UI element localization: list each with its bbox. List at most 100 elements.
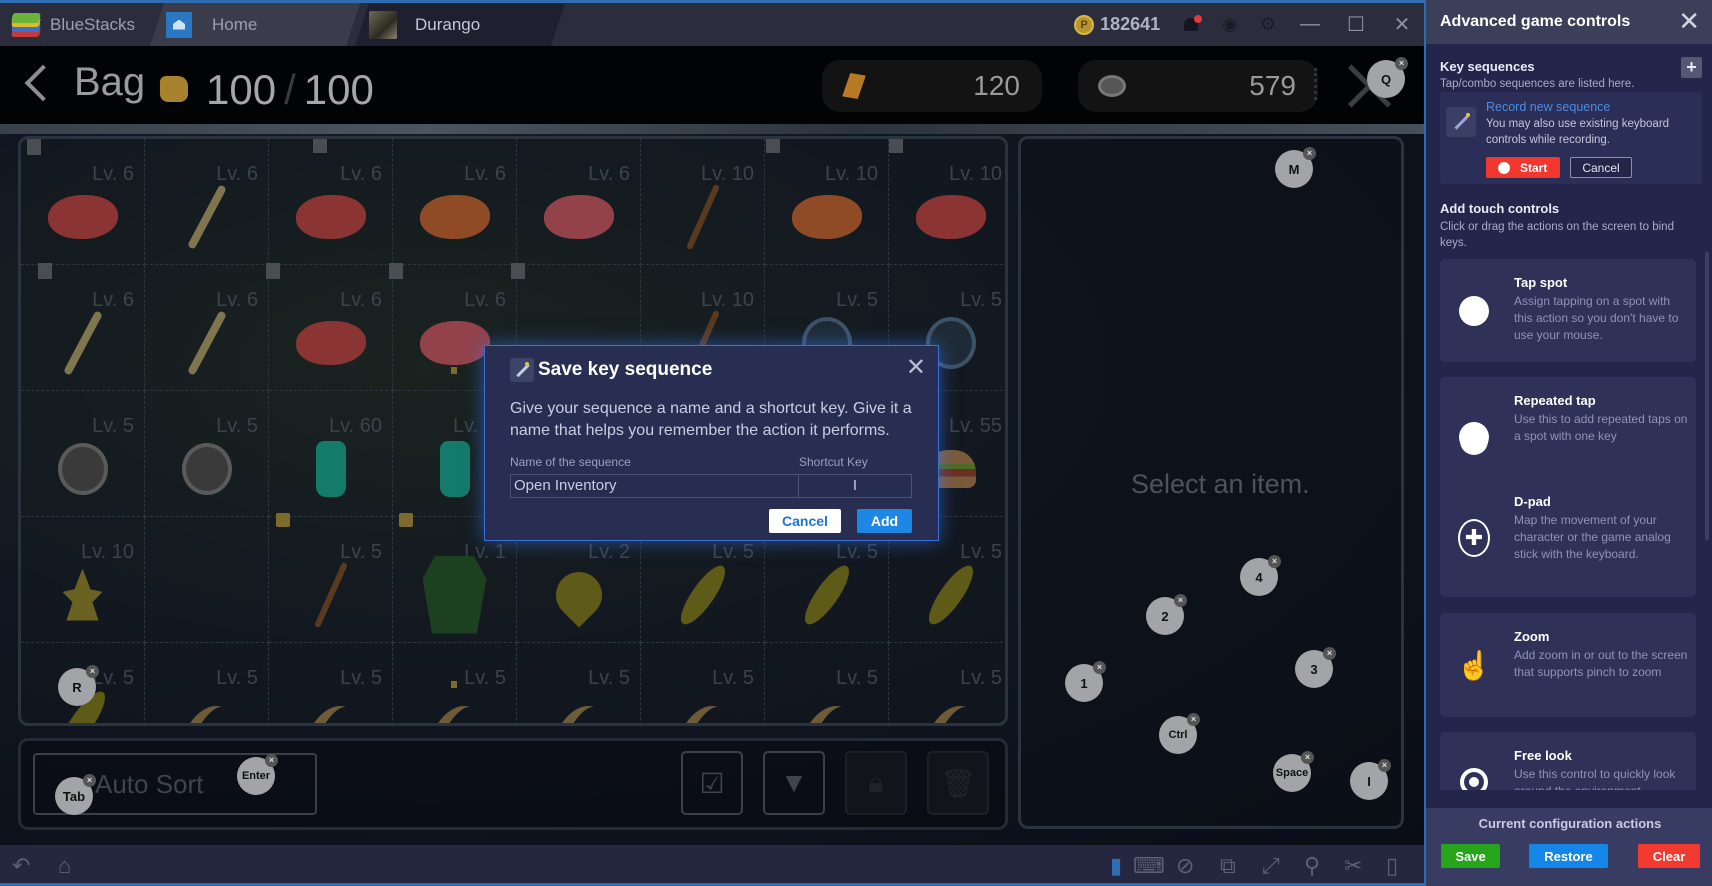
remove-marker-icon[interactable]: × bbox=[1303, 147, 1316, 160]
remove-marker-icon[interactable]: × bbox=[1323, 647, 1336, 660]
control-card-tap-spot[interactable]: Tap spot Assign tapping on a spot with t… bbox=[1440, 259, 1696, 362]
back-icon[interactable]: ↶ bbox=[12, 853, 30, 879]
home-nav-icon[interactable]: ⌂ bbox=[58, 853, 71, 879]
remove-marker-icon[interactable]: × bbox=[1187, 713, 1200, 726]
coin-balance[interactable]: P 182641 bbox=[1074, 14, 1160, 35]
key-marker-enter[interactable]: Enter × bbox=[237, 754, 278, 795]
key-marker-1[interactable]: 1 × bbox=[1065, 661, 1106, 702]
record-new-sequence-link[interactable]: Record new sequence bbox=[1486, 100, 1610, 114]
remove-marker-icon[interactable]: × bbox=[86, 665, 99, 678]
remove-marker-icon[interactable]: × bbox=[1395, 57, 1408, 70]
shortcut-key-input[interactable]: I bbox=[798, 474, 912, 498]
dialog-add-button[interactable]: Add bbox=[857, 509, 912, 533]
inventory-slot[interactable]: Lv. 5 bbox=[145, 391, 269, 517]
location-icon[interactable]: ⚲ bbox=[1304, 853, 1320, 879]
inventory-slot[interactable]: Lv. 6 bbox=[145, 265, 269, 391]
inventory-slot[interactable]: Lv. 5 bbox=[641, 643, 765, 723]
key-marker-3[interactable]: 3 × bbox=[1295, 647, 1336, 688]
inventory-slot[interactable]: Lv. 60 bbox=[269, 391, 393, 517]
panel-close-icon[interactable]: ✕ bbox=[1678, 8, 1700, 34]
inventory-slot[interactable]: Lv. 6 bbox=[517, 139, 641, 265]
inventory-slot[interactable]: Lv. 6 bbox=[21, 265, 145, 391]
feather-icon bbox=[547, 696, 610, 723]
eco-mode-icon[interactable]: ⊘ bbox=[1176, 853, 1194, 879]
inventory-slot[interactable]: Lv. 10 bbox=[641, 139, 765, 265]
keyboard-icon[interactable]: ⌨ bbox=[1133, 853, 1165, 879]
rotate-icon[interactable]: ⧉ bbox=[1220, 853, 1236, 879]
control-card-free-look[interactable]: Free look Use this control to quickly lo… bbox=[1440, 732, 1696, 790]
profile-star-icon[interactable]: ◉ bbox=[1222, 14, 1238, 35]
inventory-slot[interactable]: Lv. 6 bbox=[21, 139, 145, 265]
tab-home-label: Home bbox=[212, 14, 258, 34]
key-marker-space[interactable]: Space × bbox=[1273, 751, 1314, 792]
inventory-slot[interactable]: Lv. 10 bbox=[765, 139, 889, 265]
key-marker-2[interactable]: 2 × bbox=[1146, 594, 1187, 635]
key-marker-i[interactable]: I × bbox=[1350, 759, 1391, 800]
inventory-slot[interactable]: Lv. 5 bbox=[889, 643, 1005, 723]
key-marker-q[interactable]: Q × bbox=[1367, 57, 1408, 98]
remove-marker-icon[interactable]: × bbox=[265, 754, 278, 767]
inventory-slot[interactable]: Lv. 5 bbox=[269, 517, 393, 643]
sequence-name-input[interactable]: Open Inventory bbox=[510, 474, 799, 498]
remove-marker-icon[interactable]: × bbox=[1268, 555, 1281, 568]
sidebar-scrollbar[interactable] bbox=[1705, 252, 1709, 540]
inventory-slot[interactable]: Lv. 5 bbox=[21, 391, 145, 517]
maximize-button[interactable]: ☐ bbox=[1344, 12, 1368, 37]
minimize-button[interactable]: — bbox=[1298, 13, 1322, 36]
key-marker-tab[interactable]: Tab × bbox=[55, 774, 96, 815]
inventory-slot[interactable]: Lv. 10 bbox=[889, 139, 1005, 265]
screenshot-icon[interactable]: ✂ bbox=[1344, 853, 1362, 879]
inventory-slot[interactable]: Lv. 6 bbox=[269, 139, 393, 265]
remove-marker-icon[interactable]: × bbox=[1378, 759, 1391, 772]
broken-icon bbox=[889, 139, 903, 153]
inventory-slot[interactable]: Lv. 5 bbox=[269, 643, 393, 723]
tab-durango[interactable]: Durango bbox=[355, 3, 565, 46]
inventory-slot[interactable]: Lv. 5 bbox=[517, 643, 641, 723]
meat-icon bbox=[295, 194, 366, 239]
remove-marker-icon[interactable]: × bbox=[1093, 661, 1106, 674]
bluestacks-logo-tab[interactable]: BlueStacks bbox=[11, 3, 135, 46]
start-recording-button[interactable]: Start bbox=[1486, 157, 1560, 178]
dialog-close-icon[interactable]: ✕ bbox=[906, 356, 926, 380]
shake-icon[interactable]: ▯ bbox=[1386, 853, 1398, 879]
restore-config-button[interactable]: Restore bbox=[1529, 844, 1608, 868]
inventory-slot[interactable]: Lv. 6 bbox=[145, 139, 269, 265]
record-description: You may also use existing keyboard contr… bbox=[1486, 118, 1670, 146]
save-config-button[interactable]: Save bbox=[1441, 844, 1500, 868]
remove-marker-icon[interactable]: × bbox=[1174, 594, 1187, 607]
tab-home[interactable]: Home bbox=[150, 3, 360, 46]
inventory-slot[interactable]: Lv. 5 bbox=[765, 643, 889, 723]
cancel-recording-button[interactable]: Cancel bbox=[1570, 157, 1632, 178]
control-card-zoom[interactable]: ☝ Zoom Add zoom in or out to the screen … bbox=[1440, 613, 1696, 717]
game-controls-icon[interactable]: ▮ bbox=[1110, 853, 1122, 879]
lock-button[interactable]: 🔒︎ bbox=[845, 751, 907, 815]
filter-button[interactable]: ▼ bbox=[763, 751, 825, 815]
bottle-icon bbox=[439, 440, 470, 497]
key-marker-4[interactable]: 4 × bbox=[1240, 555, 1281, 596]
inventory-slot[interactable]: Lv. 5 bbox=[145, 643, 269, 723]
key-marker-label: M bbox=[1288, 161, 1300, 177]
bell-icon[interactable] bbox=[1182, 14, 1203, 34]
trash-button[interactable]: 🗑︎ bbox=[927, 751, 989, 815]
fullscreen-icon[interactable]: ⤢ bbox=[1262, 853, 1280, 879]
inventory-slot[interactable]: Lv. 6 bbox=[269, 265, 393, 391]
key-marker-ctrl[interactable]: Ctrl × bbox=[1159, 713, 1200, 754]
add-sequence-button[interactable]: + bbox=[1681, 57, 1702, 78]
key-marker-r[interactable]: R × bbox=[58, 665, 99, 706]
remove-marker-icon[interactable]: × bbox=[1301, 751, 1314, 764]
control-card-dpad[interactable]: ✚ D-pad Map the movement of your charact… bbox=[1440, 478, 1696, 597]
back-chevron-icon[interactable] bbox=[22, 62, 50, 102]
card-title: Free look bbox=[1514, 748, 1572, 763]
inventory-slot[interactable]: Lv. 6 bbox=[393, 139, 517, 265]
key-marker-m[interactable]: M × bbox=[1275, 147, 1316, 188]
remove-marker-icon[interactable]: × bbox=[83, 774, 96, 787]
inventory-slot[interactable]: Lv. 10 bbox=[21, 517, 145, 643]
close-window-button[interactable]: ✕ bbox=[1390, 12, 1414, 37]
item-level-label: Lv. 5 bbox=[836, 289, 878, 311]
select-all-button[interactable]: ☑ bbox=[681, 751, 743, 815]
feather-icon bbox=[795, 696, 858, 723]
clear-config-button[interactable]: Clear bbox=[1638, 844, 1700, 868]
dialog-cancel-button[interactable]: Cancel bbox=[769, 509, 841, 533]
inventory-slot[interactable] bbox=[145, 517, 269, 643]
gear-icon[interactable]: ⚙ bbox=[1260, 14, 1276, 35]
